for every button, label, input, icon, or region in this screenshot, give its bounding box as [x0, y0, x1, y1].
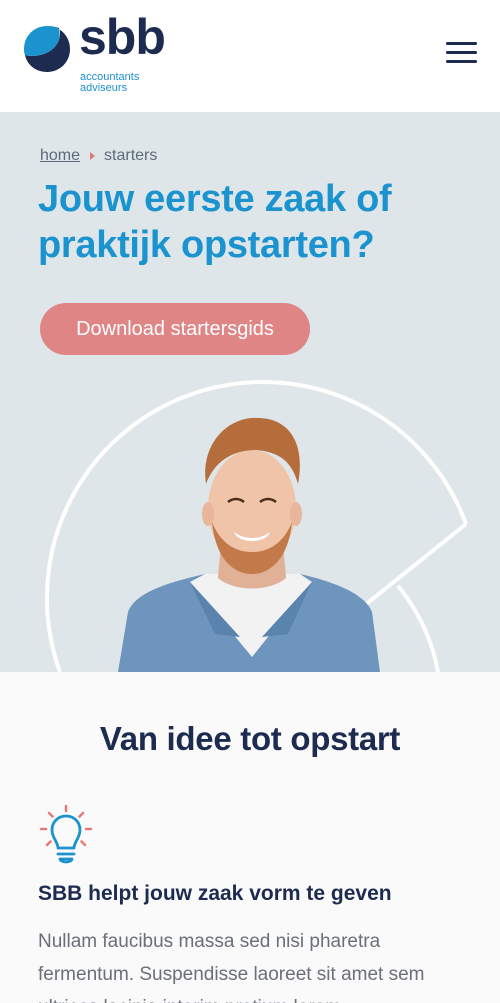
logo-tagline: accountants adviseurs [80, 72, 139, 94]
feature-title: SBB helpt jouw zaak vorm te geven [38, 882, 392, 905]
site-header: sbb accountants adviseurs [0, 0, 500, 112]
person-photo [118, 417, 380, 672]
section-title: Van idee tot opstart [99, 720, 401, 757]
caret-right-icon [90, 152, 96, 160]
sbb-logo[interactable]: sbb accountants adviseurs [24, 12, 174, 98]
page-title: Jouw eerste zaak of praktijk opstarten? [38, 178, 392, 266]
menu-bar [446, 51, 477, 54]
logo-mark-icon [24, 26, 70, 72]
lightbulb-icon [39, 804, 93, 864]
breadcrumb: home starters [40, 147, 157, 165]
download-startersgids-button[interactable]: Download startersgids [40, 303, 310, 355]
hero-section: home starters Jouw eerste zaak of prakti… [0, 112, 500, 672]
menu-bar [446, 42, 477, 45]
hamburger-menu-icon[interactable] [446, 42, 478, 68]
breadcrumb-home-link[interactable]: home [40, 147, 80, 165]
content-section: Van idee tot opstart SBB helpt jouw zaak… [0, 672, 500, 1003]
feature-text: Nullam faucibus massa sed nisi pharetra … [38, 931, 425, 1003]
logo-wordmark: sbb [79, 9, 166, 65]
breadcrumb-current: starters [104, 147, 158, 164]
menu-bar [446, 60, 477, 63]
decorative-line [358, 522, 468, 611]
logo-tagline-line2: adviseurs [80, 82, 128, 94]
decorative-arc-small [396, 584, 440, 672]
